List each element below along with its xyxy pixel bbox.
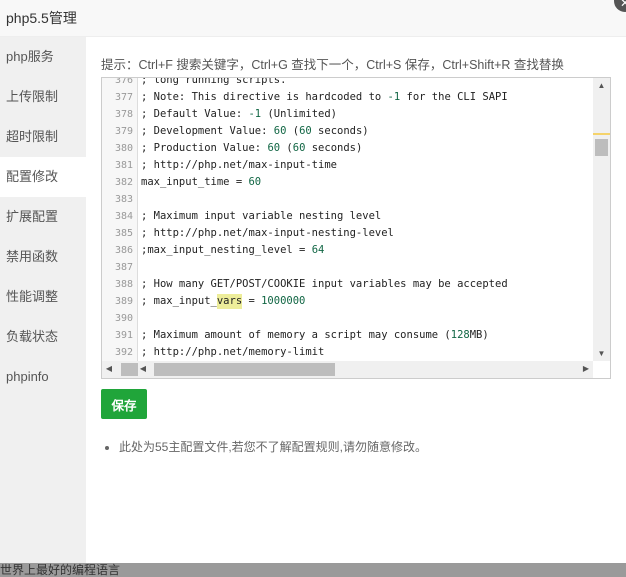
- line-number: 376: [102, 78, 138, 89]
- horizontal-scrollbar[interactable]: ◀ ◀ ▶: [102, 361, 593, 378]
- sidebar-item[interactable]: 扩展配置: [0, 197, 86, 237]
- sidebar: php服务 上传限制 超时限制 配置修改 扩展配置 禁用函数 性能调整 负载状态 phpinfo: [0, 37, 86, 563]
- code-line[interactable]: 392; http://php.net/memory-limit: [102, 344, 593, 361]
- line-content: ; max_input_vars = 1000000: [138, 293, 593, 310]
- line-text: ; long running scripts.: [141, 77, 287, 86]
- line-content: ; Note: This directive is hardcoded to -…: [138, 89, 593, 106]
- line-number: 382: [102, 174, 138, 191]
- scroll-left-icon[interactable]: ◀: [138, 364, 148, 373]
- line-text: [138, 261, 141, 273]
- code-line[interactable]: 379; Development Value: 60 (60 seconds): [102, 123, 593, 140]
- code-line[interactable]: 389; max_input_vars = 1000000: [102, 293, 593, 310]
- line-content: ; Maximum input variable nesting level: [138, 208, 593, 225]
- line-content: ; Production Value: 60 (60 seconds): [138, 140, 593, 157]
- sidebar-item[interactable]: 负载状态: [0, 317, 86, 357]
- line-text: [138, 312, 141, 324]
- line-number: 387: [102, 259, 138, 276]
- line-text: ; max_input_vars = 1000000: [141, 295, 306, 307]
- line-number: 385: [102, 225, 138, 242]
- line-number: 384: [102, 208, 138, 225]
- sidebar-item[interactable]: php服务: [0, 37, 86, 77]
- shortcut-tip: 提示：Ctrl+F 搜索关键字，Ctrl+G 查找下一个，Ctrl+S 保存，C…: [101, 58, 564, 72]
- code-line[interactable]: 376; long running scripts.: [102, 77, 593, 89]
- line-content: max_input_time = 60: [138, 174, 593, 191]
- line-text: ; http://php.net/max-input-nesting-level: [141, 227, 394, 239]
- scroll-right-icon[interactable]: ▶: [581, 364, 591, 373]
- code-line[interactable]: 385; http://php.net/max-input-nesting-le…: [102, 225, 593, 242]
- line-text: ; Development Value: 60 (60 seconds): [141, 125, 369, 137]
- line-number: 383: [102, 191, 138, 208]
- line-content: ; Development Value: 60 (60 seconds): [138, 123, 593, 140]
- line-number: 377: [102, 89, 138, 106]
- line-text: ; How many GET/POST/COOKIE input variabl…: [141, 278, 508, 290]
- code-line[interactable]: 384; Maximum input variable nesting leve…: [102, 208, 593, 225]
- scroll-down-icon[interactable]: ▼: [593, 349, 610, 358]
- line-text: ; Production Value: 60 (60 seconds): [141, 142, 363, 154]
- scroll-up-icon[interactable]: ▲: [593, 81, 610, 90]
- line-text: ; http://php.net/max-input-time: [141, 159, 337, 171]
- code-line[interactable]: 377; Note: This directive is hardcoded t…: [102, 89, 593, 106]
- sidebar-item[interactable]: 配置修改: [0, 157, 86, 197]
- line-content: ;max_input_nesting_level = 64: [138, 242, 593, 259]
- code-line[interactable]: 390: [102, 310, 593, 327]
- line-text: max_input_time = 60: [141, 176, 262, 188]
- code-line[interactable]: 387: [102, 259, 593, 276]
- line-content: [138, 191, 593, 208]
- line-content: [138, 310, 593, 327]
- line-text: ;max_input_nesting_level = 64: [141, 244, 325, 256]
- horizontal-scroll-thumb[interactable]: [154, 363, 335, 376]
- line-text: [138, 193, 141, 205]
- line-number: 389: [102, 293, 138, 310]
- save-button[interactable]: 保存: [101, 389, 147, 419]
- sidebar-item[interactable]: 超时限制: [0, 117, 86, 157]
- vertical-scroll-thumb[interactable]: [595, 139, 608, 156]
- gutter-scroll-block: [121, 363, 138, 376]
- vertical-scrollbar[interactable]: ▲ ▼: [593, 78, 610, 361]
- line-text: ; http://php.net/memory-limit: [141, 346, 325, 358]
- line-content: ; long running scripts.: [138, 77, 593, 89]
- line-text: ; Default Value: -1 (Unlimited): [141, 108, 337, 120]
- background-page-text: 世界上最好的编程语言: [0, 563, 121, 577]
- code-line[interactable]: 386 ;max_input_nesting_level = 64: [102, 242, 593, 259]
- line-content: [138, 259, 593, 276]
- main-panel: 提示：Ctrl+F 搜索关键字，Ctrl+G 查找下一个，Ctrl+S 保存，C…: [101, 37, 626, 454]
- line-number: 379: [102, 123, 138, 140]
- line-number: 388: [102, 276, 138, 293]
- line-text: ; Note: This directive is hardcoded to -…: [141, 91, 508, 103]
- code-line[interactable]: 391; Maximum amount of memory a script m…: [102, 327, 593, 344]
- code-line[interactable]: 381; http://php.net/max-input-time: [102, 157, 593, 174]
- line-content: ; How many GET/POST/COOKIE input variabl…: [138, 276, 593, 293]
- line-number: 380: [102, 140, 138, 157]
- dialog-title: php5.5管理: [0, 0, 626, 37]
- sidebar-item[interactable]: phpinfo: [0, 357, 86, 397]
- line-number: 378: [102, 106, 138, 123]
- line-number: 392: [102, 344, 138, 361]
- line-number: 391: [102, 327, 138, 344]
- code-line[interactable]: 388; How many GET/POST/COOKIE input vari…: [102, 276, 593, 293]
- line-text: ; Maximum input variable nesting level: [141, 210, 382, 222]
- code-line[interactable]: 380; Production Value: 60 (60 seconds): [102, 140, 593, 157]
- line-number: 386: [102, 242, 138, 259]
- line-content: ; http://php.net/max-input-nesting-level: [138, 225, 593, 242]
- scroll-left-icon[interactable]: ◀: [104, 364, 114, 373]
- line-content: ; http://php.net/memory-limit: [138, 344, 593, 361]
- sidebar-item[interactable]: 禁用函数: [0, 237, 86, 277]
- sidebar-item[interactable]: 上传限制: [0, 77, 86, 117]
- line-number: 381: [102, 157, 138, 174]
- scrollbar-corner: [593, 361, 610, 378]
- line-text: ; Maximum amount of memory a script may …: [141, 329, 489, 341]
- line-content: ; http://php.net/max-input-time: [138, 157, 593, 174]
- php-manager-dialog: php5.5管理 ✕ php服务 上传限制 超时限制 配置修改 扩展配置 禁用函数 性能调整…: [0, 0, 626, 563]
- sidebar-item[interactable]: 性能调整: [0, 277, 86, 317]
- line-number: 390: [102, 310, 138, 327]
- search-match-marker: [593, 133, 610, 135]
- config-warning-note: 此处为55主配置文件,若您不了解配置规则,请勿随意修改。: [119, 438, 427, 455]
- config-editor[interactable]: 376; long running scripts. 377; Note: Thi…: [101, 77, 611, 379]
- line-content: ; Maximum amount of memory a script may …: [138, 327, 593, 344]
- code-line[interactable]: 382 max_input_time = 60: [102, 174, 593, 191]
- code-line[interactable]: 383: [102, 191, 593, 208]
- line-content: ; Default Value: -1 (Unlimited): [138, 106, 593, 123]
- code-line[interactable]: 378; Default Value: -1 (Unlimited): [102, 106, 593, 123]
